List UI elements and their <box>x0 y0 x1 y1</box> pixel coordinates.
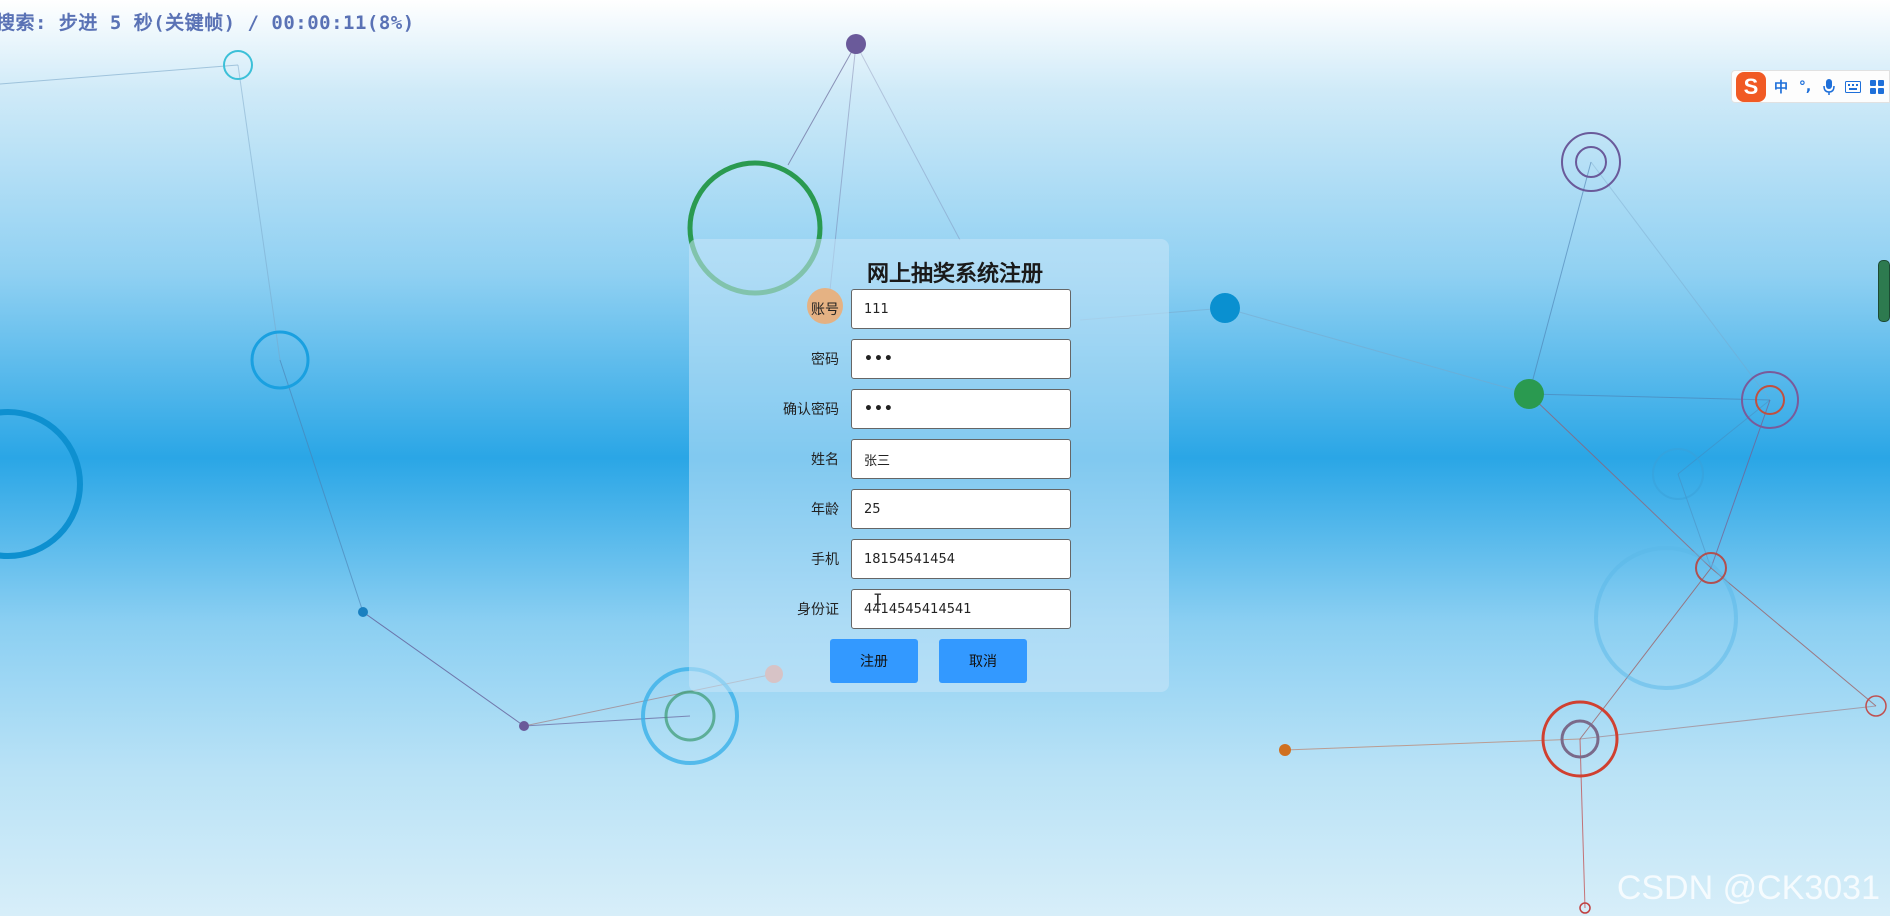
network-line <box>1590 161 1771 401</box>
form-row-password: 密码 <box>689 339 1169 379</box>
network-node <box>846 34 866 54</box>
register-button[interactable]: 注册 <box>830 639 918 683</box>
age-label: 年龄 <box>811 502 839 518</box>
id-card-label: 身份证 <box>797 602 839 618</box>
registration-panel: 网上抽奖系统注册 账号 密码 确认密码 姓名 年龄 手机 身份证 注册 取消 <box>689 239 1169 692</box>
form-row-id-card: 身份证 <box>689 589 1169 629</box>
network-line <box>1528 393 1771 401</box>
ime-mode-button[interactable]: 中 <box>1772 76 1790 98</box>
network-node <box>1210 293 1240 323</box>
sogou-logo-icon[interactable]: S <box>1736 71 1766 102</box>
form-row-name: 姓名 <box>689 439 1169 479</box>
phone-input[interactable] <box>851 539 1071 579</box>
network-line <box>1677 399 1771 475</box>
network-node <box>1279 744 1291 756</box>
confirm-password-label: 确认密码 <box>783 402 839 418</box>
form-row-age: 年龄 <box>689 489 1169 529</box>
video-seek-status: 搜索: 步进 5 秒(关键帧) / 00:00:11(8%) <box>0 12 415 34</box>
network-line <box>1528 161 1592 395</box>
microphone-icon[interactable] <box>1820 76 1838 98</box>
network-node <box>1514 379 1544 409</box>
network-line <box>1528 393 1712 569</box>
keyboard-icon[interactable] <box>1844 76 1862 98</box>
ime-punct-button[interactable]: °, <box>1796 76 1814 98</box>
form-row-account: 账号 <box>689 288 1169 329</box>
network-node <box>519 721 529 731</box>
cancel-button[interactable]: 取消 <box>939 639 1027 683</box>
network-line <box>237 64 281 361</box>
network-node <box>1594 546 1738 690</box>
network-line <box>362 611 525 727</box>
age-input[interactable] <box>851 489 1071 529</box>
form-row-phone: 手机 <box>689 539 1169 579</box>
network-line <box>787 43 857 166</box>
network-line <box>1579 738 1586 909</box>
network-line <box>0 64 239 85</box>
network-node <box>0 409 83 559</box>
watermark-text: CSDN @CK3031 <box>1616 869 1880 907</box>
password-label: 密码 <box>811 352 839 368</box>
network-node <box>358 607 368 617</box>
id-card-input[interactable] <box>851 589 1071 629</box>
name-label: 姓名 <box>811 452 839 468</box>
scrollbar-thumb[interactable] <box>1878 260 1890 322</box>
name-input[interactable] <box>851 439 1071 479</box>
network-line <box>1710 399 1771 569</box>
phone-label: 手机 <box>811 552 839 568</box>
account-input[interactable] <box>851 289 1071 329</box>
form-row-confirm-password: 确认密码 <box>689 389 1169 429</box>
form-title: 网上抽奖系统注册 <box>866 262 1043 287</box>
network-line <box>1579 705 1877 740</box>
account-label: 账号 <box>811 302 839 318</box>
network-line <box>279 359 364 613</box>
network-line <box>1284 738 1581 751</box>
confirm-password-input[interactable] <box>851 389 1071 429</box>
network-line <box>1710 567 1877 707</box>
network-line <box>855 43 961 241</box>
grid-icon[interactable] <box>1868 76 1886 98</box>
ime-toolbar[interactable]: S 中 °, <box>1731 70 1890 103</box>
network-line <box>1224 307 1530 395</box>
password-input[interactable] <box>851 339 1071 379</box>
